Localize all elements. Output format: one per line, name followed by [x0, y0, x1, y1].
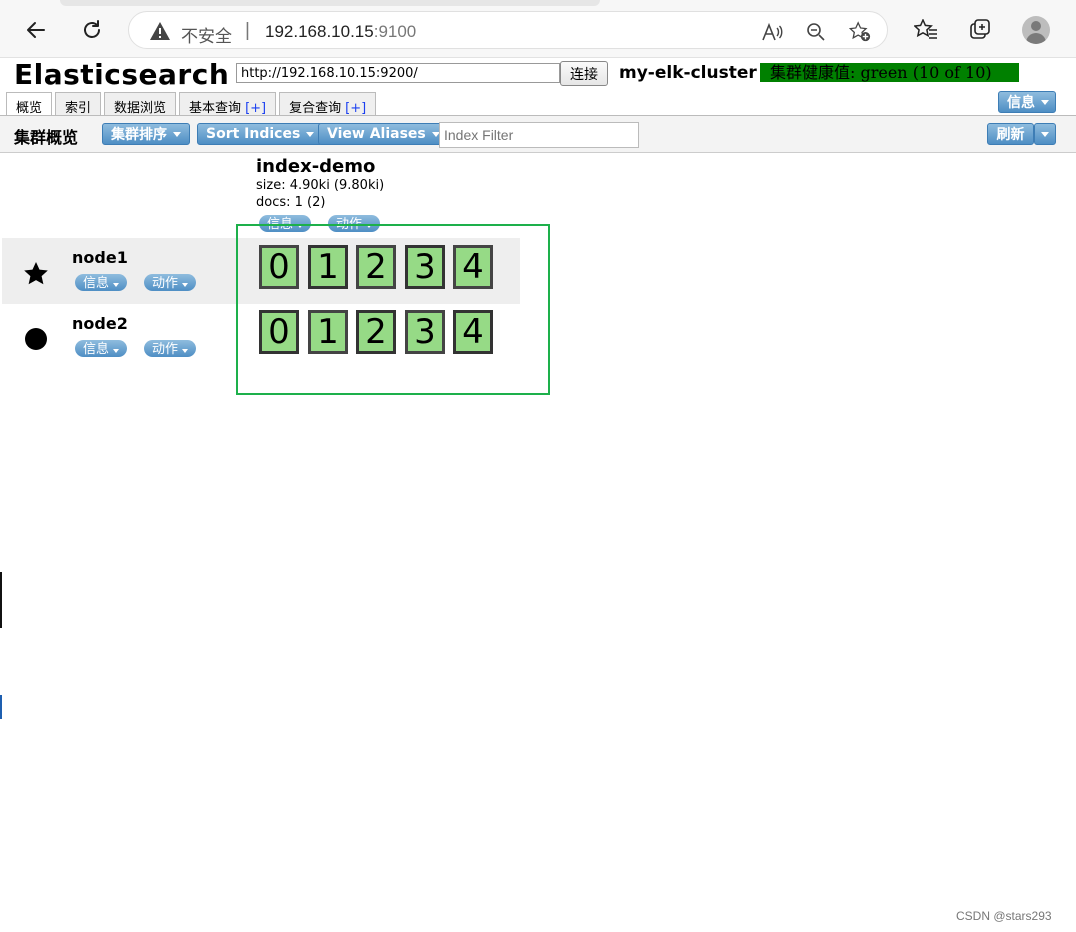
sort-indices-label: Sort Indices — [206, 126, 301, 142]
node-name: node2 — [72, 314, 128, 333]
zoom-icon[interactable] — [805, 21, 827, 43]
chevron-down-icon — [1041, 99, 1049, 105]
chevron-down-icon — [173, 131, 181, 137]
address-bar[interactable]: 不安全 | 192.168.10.15:9100 — [128, 11, 888, 49]
cluster-health-badge: 集群健康值: green (10 of 10) — [760, 63, 1019, 82]
sort-indices-button[interactable]: Sort Indices — [197, 123, 324, 145]
chevron-down-icon — [182, 349, 189, 353]
chevron-down-icon — [306, 131, 315, 137]
sort-cluster-label: 集群排序 — [111, 127, 167, 143]
refresh-dropdown-button[interactable] — [1034, 123, 1056, 145]
refresh-button[interactable]: 刷新 — [987, 123, 1034, 145]
node-info-button[interactable]: 信息 — [75, 340, 128, 357]
profile-head — [1031, 21, 1041, 31]
tab-overview[interactable]: 概览 — [6, 92, 53, 117]
tab-plus[interactable]: [+] — [345, 101, 366, 116]
tab-label: 基本查询 — [189, 101, 242, 116]
tab-browser[interactable]: 数据浏览 — [104, 92, 177, 116]
favorites-icon[interactable] — [910, 14, 942, 46]
view-aliases-label: View Aliases — [327, 126, 426, 142]
chevron-down-icon — [113, 349, 120, 353]
index-name: index-demo — [256, 156, 376, 177]
node-info-button[interactable]: 信息 — [75, 274, 128, 291]
node-name: node1 — [72, 248, 128, 267]
view-aliases-button[interactable]: View Aliases — [318, 123, 449, 145]
edge-artifact — [0, 572, 2, 628]
tab-compound-query[interactable]: 复合查询 [+] — [279, 92, 377, 116]
tab-label: 数据浏览 — [114, 101, 167, 116]
edge-artifact — [0, 695, 2, 719]
warning-icon[interactable] — [149, 21, 171, 46]
app-title: Elasticsearch — [14, 58, 230, 91]
tab-indices[interactable]: 索引 — [55, 92, 102, 116]
collections-icon[interactable] — [964, 14, 996, 46]
sort-cluster-button[interactable]: 集群排序 — [102, 123, 190, 145]
read-aloud-icon[interactable] — [761, 21, 783, 43]
star-icon — [22, 260, 50, 293]
main-tabs: 概览 索引 数据浏览 基本查询 [+] 复合查询 [+] — [6, 92, 377, 117]
tab-strip-edge — [60, 0, 600, 6]
url-host: 192.168.10.15 — [265, 22, 374, 41]
highlight-box — [236, 224, 550, 395]
browser-toolbar: 不安全 | 192.168.10.15:9100 — [0, 0, 1076, 58]
add-favorite-icon[interactable] — [849, 21, 871, 43]
info-label: 信息 — [83, 342, 110, 357]
url-text[interactable]: 192.168.10.15:9100 — [265, 22, 416, 42]
info-label: 信息 — [1007, 95, 1035, 111]
circle-icon — [24, 327, 48, 356]
chevron-down-icon — [182, 283, 189, 287]
node-action-button[interactable]: 动作 — [144, 340, 197, 357]
info-menu-button[interactable]: 信息 — [998, 91, 1056, 113]
tab-basic-query[interactable]: 基本查询 [+] — [179, 92, 277, 116]
connect-url-input[interactable] — [236, 63, 560, 83]
tab-label: 索引 — [65, 101, 92, 116]
tab-label: 复合查询 — [289, 101, 342, 116]
index-docs: docs: 1 (2) — [256, 195, 326, 210]
profile-body — [1026, 33, 1046, 44]
node-action-button[interactable]: 动作 — [144, 274, 197, 291]
action-label: 动作 — [152, 342, 179, 357]
page-title: 集群概览 — [14, 128, 79, 147]
index-filter-input[interactable] — [439, 122, 639, 148]
reload-icon[interactable] — [76, 14, 108, 46]
index-size: size: 4.90ki (9.80ki) — [256, 178, 385, 193]
url-port: :9100 — [373, 22, 417, 41]
cluster-name: my-elk-cluster — [619, 63, 757, 83]
insecure-label: 不安全 — [181, 27, 232, 47]
action-label: 动作 — [152, 276, 179, 291]
watermark: CSDN @stars293 — [956, 909, 1052, 923]
connect-button[interactable]: 连接 — [560, 61, 608, 86]
chevron-down-icon — [113, 283, 120, 287]
profile-icon[interactable] — [1022, 16, 1050, 44]
tab-label: 概览 — [16, 101, 43, 116]
url-separator: | — [245, 20, 250, 41]
info-label: 信息 — [83, 276, 110, 291]
back-icon[interactable] — [20, 14, 52, 46]
tab-plus[interactable]: [+] — [245, 101, 266, 116]
chevron-down-icon — [1041, 131, 1049, 137]
